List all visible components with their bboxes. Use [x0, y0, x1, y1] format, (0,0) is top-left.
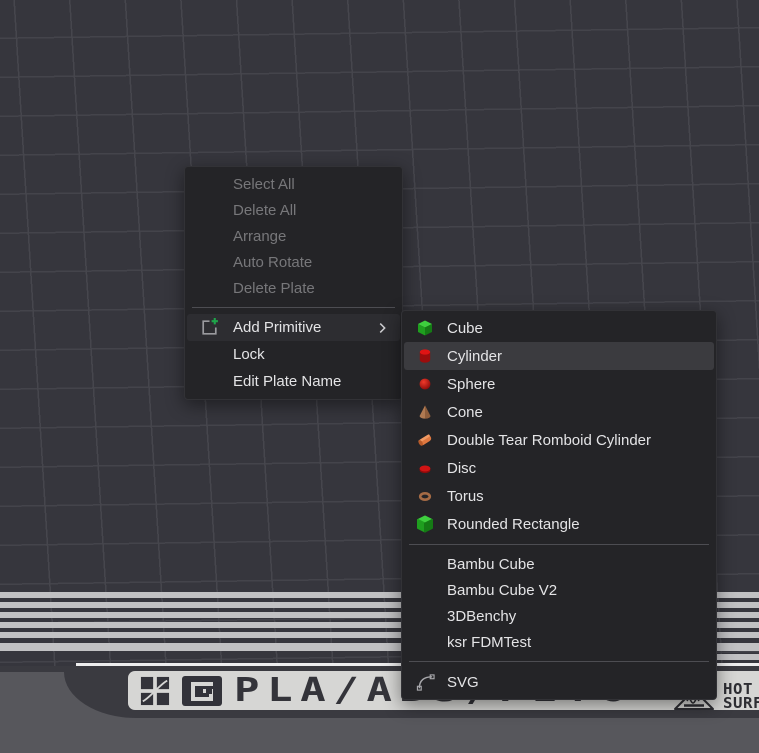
cylinder-icon	[416, 347, 447, 365]
submenu-item-cube[interactable]: Cube	[404, 314, 714, 342]
submenu-item-3dbenchy[interactable]: 3DBenchy	[404, 603, 714, 629]
chevron-right-icon	[374, 320, 390, 336]
submenu-item-ksr-fdmtest[interactable]: ksr FDMTest	[404, 629, 714, 655]
add-primitive-icon	[199, 317, 233, 338]
menu-item-arrange: Arrange	[187, 223, 400, 249]
submenu-item-sphere[interactable]: Sphere	[404, 370, 714, 398]
menu-item-lock[interactable]: Lock	[187, 341, 400, 368]
submenu-item-torus[interactable]: Torus	[404, 482, 714, 510]
submenu-item-svg[interactable]: SVG	[404, 668, 714, 696]
slicer-app: { "colors": { "viewport_bg": "#36363D", …	[0, 0, 759, 753]
add-primitive-submenu: Cube Cylinder Sphere	[401, 310, 717, 700]
menu-separator	[192, 307, 395, 308]
bezier-curve-icon	[416, 673, 447, 692]
sphere-icon	[416, 375, 447, 393]
menu-item-delete-plate: Delete Plate	[187, 275, 400, 301]
submenu-item-cylinder[interactable]: Cylinder	[404, 342, 714, 370]
cone-icon	[416, 403, 447, 421]
rounded-rectangle-icon	[416, 515, 447, 533]
cube-icon	[416, 319, 447, 337]
torus-icon	[416, 487, 447, 505]
menu-item-edit-plate-name[interactable]: Edit Plate Name	[187, 368, 400, 395]
submenu-item-disc[interactable]: Disc	[404, 454, 714, 482]
plate-brand-logo-icon	[182, 675, 222, 707]
plate-context-menu: Select All Delete All Arrange Auto Rotat…	[184, 166, 403, 400]
hot-surface-text: HOT SURFACE	[723, 683, 759, 711]
submenu-separator	[409, 544, 709, 545]
submenu-separator	[409, 661, 709, 662]
menu-item-delete-all: Delete All	[187, 197, 400, 223]
menu-item-add-primitive[interactable]: Add Primitive	[187, 314, 400, 341]
menu-item-auto-rotate: Auto Rotate	[187, 249, 400, 275]
submenu-item-bambu-cube-v2[interactable]: Bambu Cube V2	[404, 577, 714, 603]
submenu-item-bambu-cube[interactable]: Bambu Cube	[404, 551, 714, 577]
menu-item-select-all: Select All	[187, 171, 400, 197]
submenu-item-cone[interactable]: Cone	[404, 398, 714, 426]
submenu-item-rounded-rectangle[interactable]: Rounded Rectangle	[404, 510, 714, 538]
romboid-cylinder-icon	[416, 431, 447, 449]
submenu-item-double-tear-romboid-cylinder[interactable]: Double Tear Romboid Cylinder	[404, 426, 714, 454]
plate-fan-logo-icon	[140, 676, 170, 706]
disc-icon	[416, 459, 447, 477]
